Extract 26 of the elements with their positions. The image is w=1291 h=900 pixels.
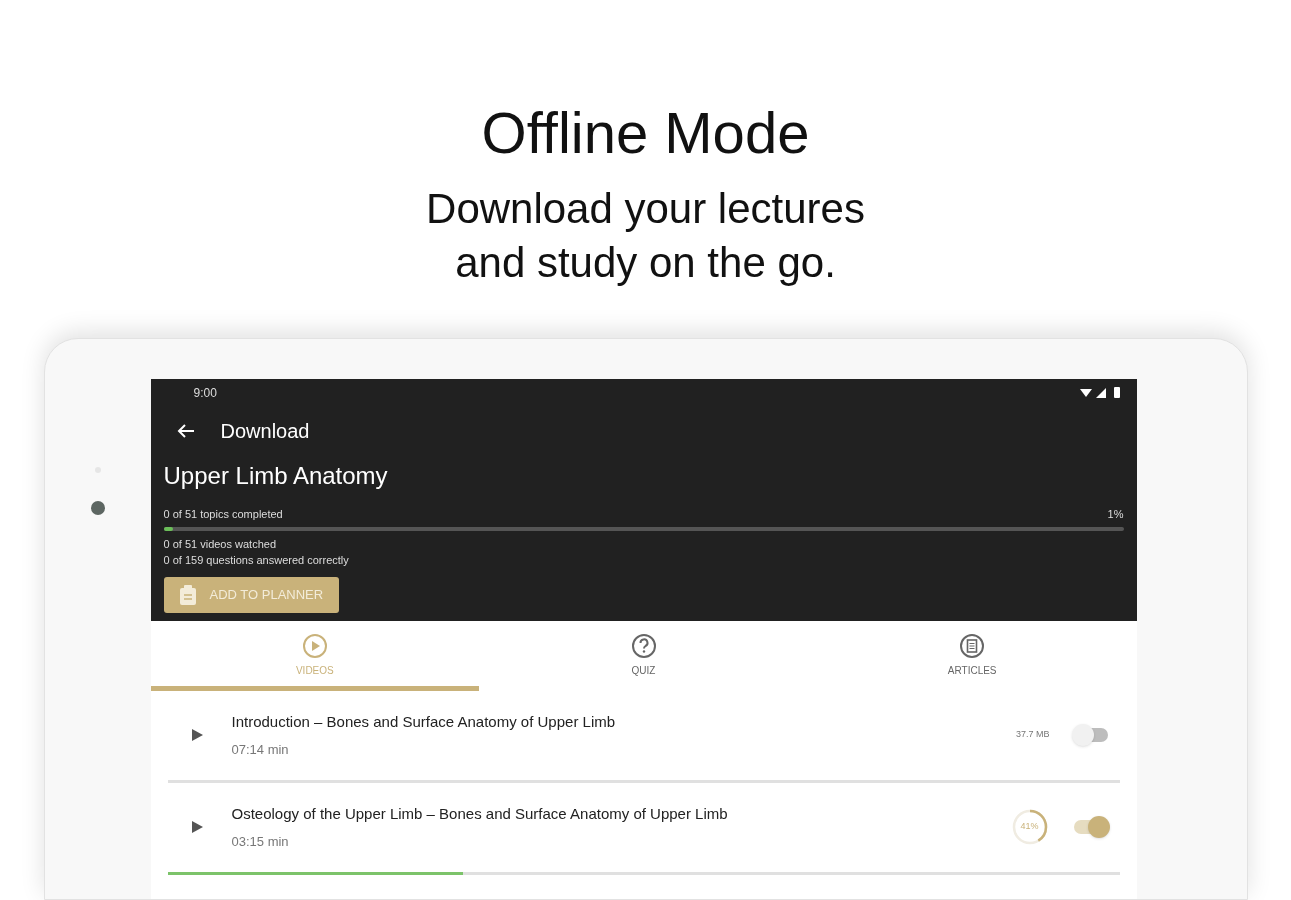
video-title[interactable]: Osteology of the Upper Limb – Bones and Surface Anatomy of Upper Limb xyxy=(231,803,1010,826)
video-title[interactable]: Introduction – Bones and Surface Anatomy of Upper Limb xyxy=(231,711,1016,734)
play-icon[interactable] xyxy=(191,729,203,741)
video-duration: 07:14 min xyxy=(231,740,290,759)
videos-watched-text: 0 of 51 videos watched xyxy=(163,536,278,552)
download-switch[interactable] xyxy=(1071,724,1110,746)
back-arrow-icon[interactable] xyxy=(176,423,195,439)
subheadline: and study on the go. xyxy=(455,238,836,288)
questions-answered-text: 0 of 159 questions answered correctly xyxy=(163,553,350,568)
toolbar-title: Download xyxy=(220,419,310,444)
clipboard-icon xyxy=(179,584,196,605)
file-size: 37.7 MB xyxy=(1015,728,1050,742)
topics-progress-text: 0 of 51 topics completed xyxy=(163,507,283,522)
topics-percent: 1% xyxy=(1107,507,1124,522)
document-circle-icon xyxy=(959,632,986,659)
status-time: 9:00 xyxy=(193,384,217,402)
question-circle-icon xyxy=(630,632,657,659)
play-circle-icon xyxy=(301,632,328,659)
course-title: Upper Limb Anatomy xyxy=(163,461,389,491)
headline: Offline Mode xyxy=(481,99,810,167)
progress-percent: 41% xyxy=(1020,820,1039,834)
tab[interactable]: QUIZ xyxy=(479,620,808,691)
video-duration: 03:15 min xyxy=(231,832,290,851)
subheadline: Download your lectures xyxy=(426,184,865,234)
tab[interactable]: ARTICLES xyxy=(807,620,1137,691)
play-icon[interactable] xyxy=(191,821,203,833)
